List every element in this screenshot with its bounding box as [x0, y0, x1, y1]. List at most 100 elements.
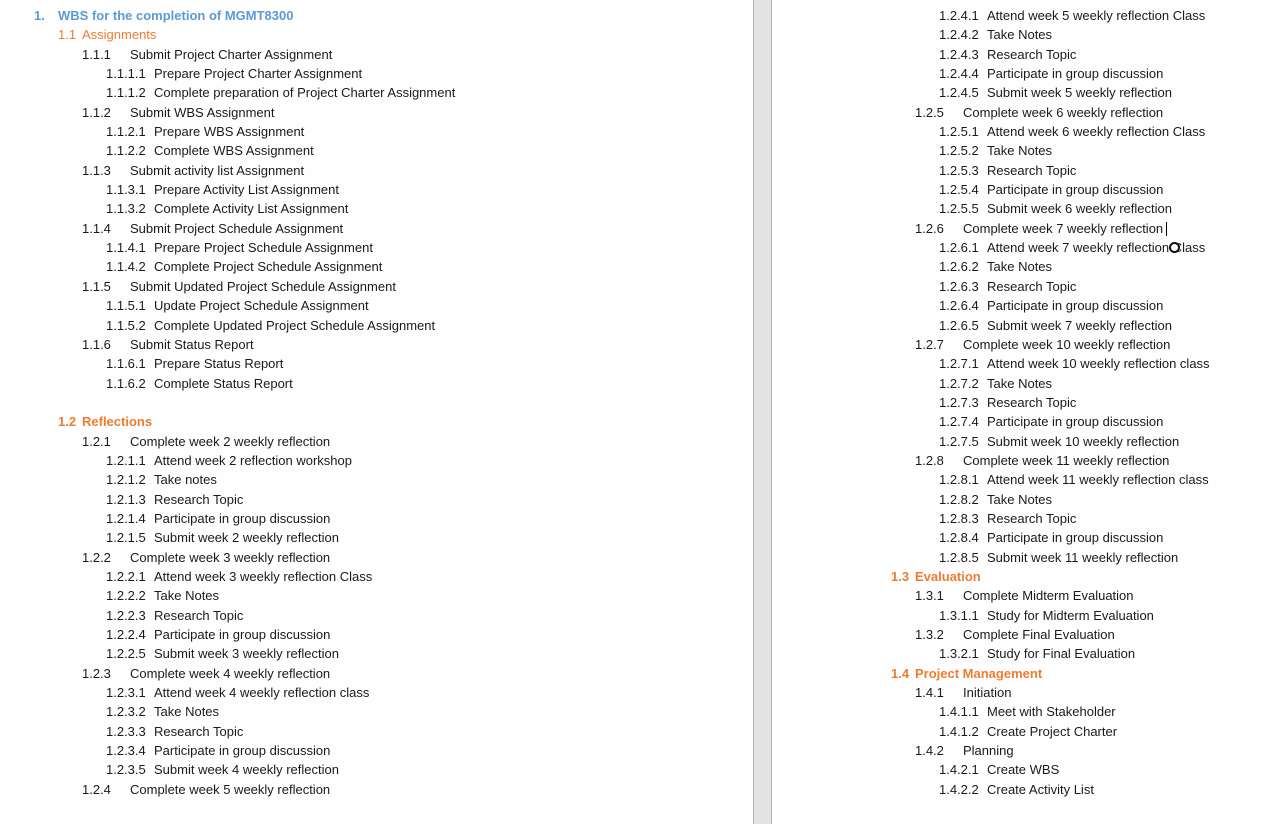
- wbs-item[interactable]: 1.4.2.2 Create Activity List: [772, 780, 1210, 799]
- wbs-item[interactable]: 1.2.6 Complete week 7 weekly reflection: [772, 219, 1210, 238]
- wbs-item[interactable]: 1.1.5.2 Complete Updated Project Schedule…: [0, 316, 455, 335]
- wbs-item[interactable]: 1.2.8.4 Participate in group discussion: [772, 528, 1210, 547]
- wbs-item[interactable]: 1.2.3 Complete week 4 weekly reflection: [0, 664, 455, 683]
- wbs-item-number: 1.2.5.2: [939, 143, 979, 159]
- wbs-item-number: 1.2.1.1: [106, 452, 146, 468]
- wbs-item[interactable]: 1.3.1.1 Study for Midterm Evaluation: [772, 606, 1210, 625]
- wbs-item[interactable]: 1.2.6.5 Submit week 7 weekly reflection: [772, 316, 1210, 335]
- wbs-item[interactable]: 1.3.2 Complete Final Evaluation: [772, 625, 1210, 644]
- wbs-item[interactable]: 1.1.4.1 Prepare Project Schedule Assignme…: [0, 238, 455, 257]
- wbs-section-heading[interactable]: 1.1 Assignments: [0, 25, 455, 44]
- wbs-item[interactable]: 1.2.8.1 Attend week 11 weekly reflection …: [772, 470, 1210, 489]
- document-page-left[interactable]: 1. WBS for the completion of MGMT8300 1.1…: [0, 0, 753, 824]
- wbs-item[interactable]: 1.2.5.5 Submit week 6 weekly reflection: [772, 199, 1210, 218]
- wbs-item[interactable]: 1.2.2.1 Attend week 3 weekly reflection C…: [0, 567, 455, 586]
- wbs-item[interactable]: 1.2.1.5 Submit week 2 weekly reflection: [0, 528, 455, 547]
- wbs-item[interactable]: 1.2.5.3 Research Topic: [772, 161, 1210, 180]
- wbs-item[interactable]: 1.1.5 Submit Updated Project Schedule Ass…: [0, 277, 455, 296]
- wbs-item[interactable]: 1.3.2.1 Study for Final Evaluation: [772, 644, 1210, 663]
- wbs-item-number: 1.2.6.1: [939, 240, 979, 256]
- wbs-item[interactable]: 1.2.5.2 Take Notes: [772, 141, 1210, 160]
- wbs-item[interactable]: 1.2.4.1 Attend week 5 weekly reflection C…: [772, 6, 1210, 25]
- wbs-item-number: 1.3.2.1: [939, 646, 979, 662]
- wbs-item-number: 1.1.6.1: [106, 356, 146, 372]
- wbs-item[interactable]: 1.2.4.3 Research Topic: [772, 45, 1210, 64]
- wbs-item[interactable]: 1.1.6 Submit Status Report: [0, 335, 455, 354]
- wbs-item[interactable]: 1.2.1.1 Attend week 2 reflection workshop: [0, 451, 455, 470]
- wbs-item[interactable]: 1.2.4.4 Participate in group discussion: [772, 64, 1210, 83]
- wbs-item[interactable]: 1.2.3.5 Submit week 4 weekly reflection: [0, 760, 455, 779]
- wbs-item[interactable]: 1.2.8.5 Submit week 11 weekly reflection: [772, 548, 1210, 567]
- wbs-item[interactable]: 1.2.7.2 Take Notes: [772, 374, 1210, 393]
- wbs-item-number: 1.1.2.1: [106, 124, 146, 140]
- wbs-item[interactable]: 1.1.2.1 Prepare WBS Assignment: [0, 122, 455, 141]
- wbs-item[interactable]: 1.2.1.2 Take notes: [0, 470, 455, 489]
- wbs-item[interactable]: 1.2.8 Complete week 11 weekly reflection: [772, 451, 1210, 470]
- wbs-item-number: 1.2.2.4: [106, 627, 146, 642]
- wbs-item[interactable]: 1.1.1 Submit Project Charter Assignment: [0, 45, 455, 64]
- wbs-item[interactable]: 1.2.6.2 Take Notes: [772, 257, 1210, 276]
- wbs-item[interactable]: 1.2.6.1 Attend week 7 weekly reflection C…: [772, 238, 1210, 257]
- wbs-item[interactable]: 1.1.6.1 Prepare Status Report: [0, 354, 455, 373]
- wbs-item[interactable]: 1.2.1.3 Research Topic: [0, 490, 455, 509]
- wbs-item[interactable]: 1.2.7.1 Attend week 10 weekly reflection …: [772, 354, 1210, 373]
- wbs-item[interactable]: 1.2.2.5 Submit week 3 weekly reflection: [0, 644, 455, 663]
- wbs-item-number: 1.2.7.1: [939, 356, 979, 372]
- wbs-item[interactable]: 1.2.1.4 Participate in group discussion: [0, 509, 455, 528]
- wbs-item[interactable]: 1.4.2.1 Create WBS: [772, 760, 1210, 779]
- wbs-item[interactable]: 1.1.5.1 Update Project Schedule Assignmen…: [0, 296, 455, 315]
- wbs-item-text: Submit week 3 weekly reflection: [154, 646, 339, 662]
- wbs-title[interactable]: 1. WBS for the completion of MGMT8300: [0, 6, 455, 25]
- wbs-item-number: 1.1.2.2: [106, 143, 146, 159]
- wbs-item-number: 1.2.2.1: [106, 568, 146, 584]
- wbs-item[interactable]: 1.1.2.2 Complete WBS Assignment: [0, 141, 455, 160]
- wbs-item[interactable]: 1.4.2 Planning: [772, 741, 1210, 760]
- wbs-item[interactable]: 1.3.1 Complete Midterm Evaluation: [772, 586, 1210, 605]
- document-page-right[interactable]: 1.2.4.1 Attend week 5 weekly reflection C…: [772, 0, 1287, 824]
- wbs-item[interactable]: 1.2.5.4 Participate in group discussion: [772, 180, 1210, 199]
- wbs-item[interactable]: 1.4.1 Initiation: [772, 683, 1210, 702]
- wbs-item-number: 1.2.8.5: [939, 549, 979, 565]
- wbs-item[interactable]: 1.2.7 Complete week 10 weekly reflection: [772, 335, 1210, 354]
- wbs-item[interactable]: 1.4.1.1 Meet with Stakeholder: [772, 702, 1210, 721]
- wbs-item[interactable]: 1.1.3 Submit activity list Assignment: [0, 161, 455, 180]
- wbs-item[interactable]: 1.2.7.3 Research Topic: [772, 393, 1210, 412]
- wbs-item[interactable]: 1.2.3.3 Research Topic: [0, 722, 455, 741]
- wbs-item[interactable]: 1.1.6.2 Complete Status Report: [0, 374, 455, 393]
- wbs-item-number: 1.1.3.1: [106, 182, 146, 198]
- wbs-item[interactable]: 1.1.4.2 Complete Project Schedule Assignm…: [0, 257, 455, 276]
- wbs-item[interactable]: 1.2.5 Complete week 6 weekly reflection: [772, 103, 1210, 122]
- wbs-item[interactable]: 1.1.4 Submit Project Schedule Assignment: [0, 219, 455, 238]
- wbs-item[interactable]: 1.2.4 Complete week 5 weekly reflection: [0, 780, 455, 799]
- wbs-item[interactable]: 1.2.2.3 Research Topic: [0, 606, 455, 625]
- wbs-item[interactable]: 1.1.1.1 Prepare Project Charter Assignmen…: [0, 64, 455, 83]
- wbs-item-number: 1.2.3.3: [106, 723, 146, 739]
- wbs-item[interactable]: 1.2.2.2 Take Notes: [0, 586, 455, 605]
- wbs-item[interactable]: 1.2.2.4 Participate in group discussion: [0, 625, 455, 644]
- wbs-item[interactable]: 1.2.2 Complete week 3 weekly reflection: [0, 548, 455, 567]
- wbs-item-number: 1.2.8.2: [939, 491, 979, 507]
- wbs-item[interactable]: 1.4.1.2 Create Project Charter: [772, 722, 1210, 741]
- wbs-item[interactable]: 1.2.8.3 Research Topic: [772, 509, 1210, 528]
- wbs-item[interactable]: 1.2.4.5 Submit week 5 weekly reflection: [772, 83, 1210, 102]
- wbs-item[interactable]: 1.2.4.2 Take Notes: [772, 25, 1210, 44]
- wbs-item[interactable]: 1.2.6.4 Participate in group discussion: [772, 296, 1210, 315]
- wbs-item[interactable]: 1.2.3.1 Attend week 4 weekly reflection c…: [0, 683, 455, 702]
- wbs-item-number: 1.2.7.2: [939, 375, 979, 391]
- wbs-item[interactable]: 1.2.5.1 Attend week 6 weekly reflection C…: [772, 122, 1210, 141]
- wbs-item[interactable]: 1.2.8.2 Take Notes: [772, 490, 1210, 509]
- wbs-item[interactable]: 1.1.3.2 Complete Activity List Assignment: [0, 199, 455, 218]
- wbs-item[interactable]: 1.2.6.3 Research Topic: [772, 277, 1210, 296]
- wbs-item[interactable]: 1.2.7.5 Submit week 10 weekly reflection: [772, 432, 1210, 451]
- wbs-item[interactable]: 1.2.3.2 Take Notes: [0, 702, 455, 721]
- wbs-item[interactable]: 1.2.7.4 Participate in group discussion: [772, 412, 1210, 431]
- wbs-section-heading[interactable]: 1.4 Project Management: [772, 664, 1210, 683]
- wbs-item-number: 1.1.4.1: [106, 240, 146, 256]
- wbs-item[interactable]: 1.1.1.2 Complete preparation of Project C…: [0, 83, 455, 102]
- wbs-item[interactable]: 1.1.2 Submit WBS Assignment: [0, 103, 455, 122]
- wbs-item[interactable]: 1.2.3.4 Participate in group discussion: [0, 741, 455, 760]
- wbs-section-heading[interactable]: 1.3 Evaluation: [772, 567, 1210, 586]
- wbs-item[interactable]: 1.1.3.1 Prepare Activity List Assignment: [0, 180, 455, 199]
- wbs-item[interactable]: 1.2.1 Complete week 2 weekly reflection: [0, 432, 455, 451]
- wbs-section-heading[interactable]: 1.2 Reflections: [0, 412, 455, 431]
